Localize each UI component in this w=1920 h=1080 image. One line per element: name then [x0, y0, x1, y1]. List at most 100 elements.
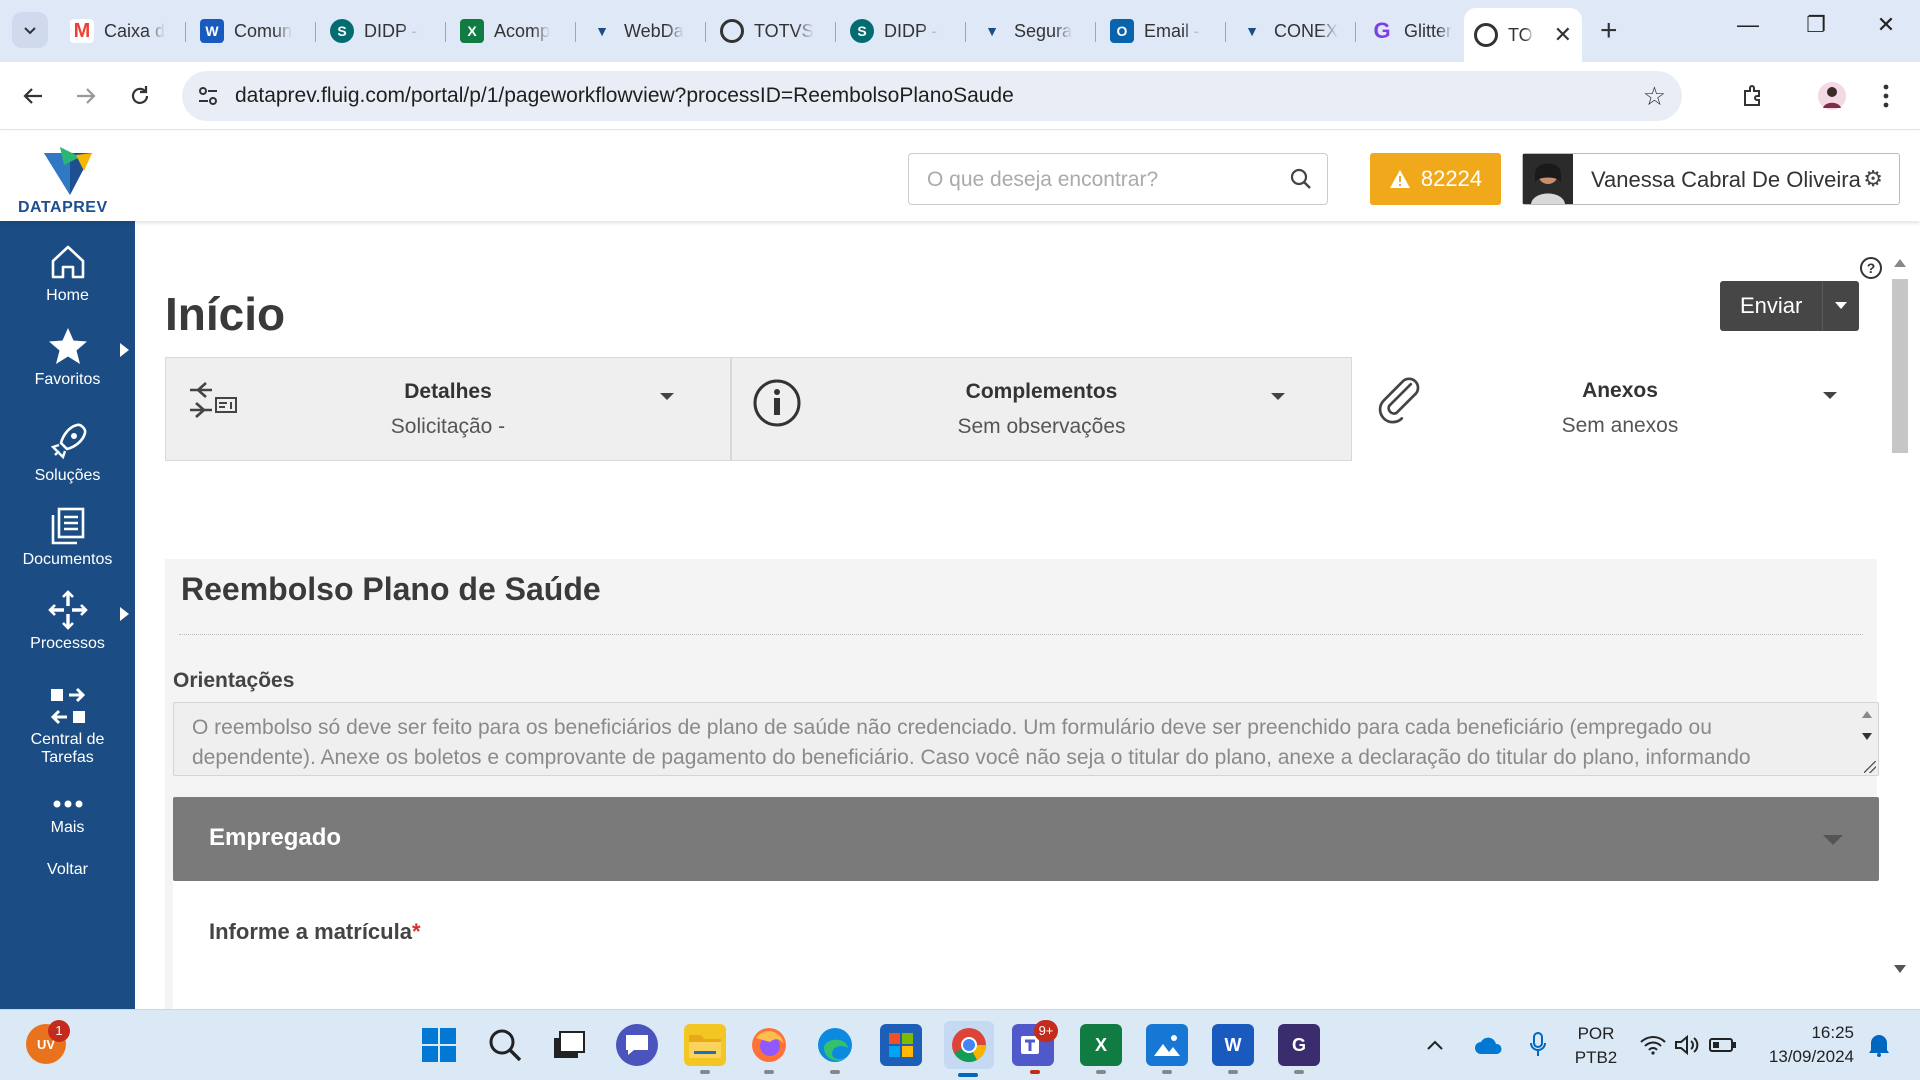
browser-tab[interactable]: ▼ Segura — [970, 10, 1090, 52]
textarea-scroll-up-icon[interactable] — [1862, 711, 1872, 718]
scrollbar-thumb[interactable] — [1892, 279, 1908, 453]
site-info-icon[interactable] — [196, 84, 220, 108]
search-icon[interactable] — [1289, 167, 1313, 191]
orientation-textarea[interactable]: O reembolso só deve ser feito para os be… — [173, 702, 1879, 776]
restore-button[interactable]: ❐ — [1796, 12, 1836, 38]
microphone-icon[interactable] — [1522, 1024, 1554, 1066]
browser-tab[interactable]: O Email - — [1100, 10, 1220, 52]
help-icon[interactable]: ? — [1860, 257, 1882, 279]
volume-icon[interactable] — [1670, 1024, 1704, 1066]
caret-down-icon[interactable] — [1823, 392, 1837, 399]
profile-button[interactable] — [1814, 78, 1850, 114]
battery-icon[interactable] — [1706, 1024, 1740, 1066]
browser-tab[interactable]: M Caixa d — [60, 10, 180, 52]
sidebar-item-solucoes[interactable]: Soluções — [0, 421, 135, 485]
input-language[interactable]: POR PTB2 — [1566, 1024, 1626, 1068]
page-scrollbar[interactable] — [1889, 253, 1911, 973]
new-tab-button[interactable]: + — [1600, 14, 1618, 48]
sidebar-item-label: Home — [46, 287, 89, 304]
caret-down-icon[interactable] — [660, 393, 674, 400]
caret-down-icon[interactable] — [1823, 835, 1843, 845]
sidebar-item-documentos[interactable]: Documentos — [0, 505, 135, 569]
search-input[interactable] — [927, 168, 1267, 192]
wifi-icon[interactable] — [1636, 1024, 1670, 1066]
alert-count: 82224 — [1420, 166, 1483, 191]
firefox-app[interactable] — [748, 1024, 790, 1066]
details-panel[interactable]: Detalhes Solicitação - — [165, 357, 731, 461]
address-bar[interactable]: dataprev.fluig.com/portal/p/1/pageworkfl… — [182, 71, 1682, 121]
minimize-button[interactable]: — — [1728, 12, 1768, 38]
scroll-up-icon[interactable] — [1894, 259, 1906, 267]
extensions-button[interactable] — [1735, 78, 1771, 114]
send-options-button[interactable] — [1823, 281, 1859, 331]
forward-button[interactable] — [68, 78, 104, 114]
file-explorer-app[interactable] — [684, 1024, 726, 1066]
panel-subtitle: Sem anexos — [1561, 414, 1679, 437]
sidebar-item-voltar[interactable]: Voltar — [0, 861, 135, 879]
browser-tab[interactable]: X Acomp — [450, 10, 570, 52]
form-title: Reembolso Plano de Saúde — [181, 571, 601, 607]
required-mark: * — [411, 919, 421, 944]
url-text[interactable]: dataprev.fluig.com/portal/p/1/pageworkfl… — [235, 84, 1014, 108]
user-menu[interactable]: Vanessa Cabral De Oliveira ⚙ — [1522, 153, 1900, 205]
sidebar-item-mais[interactable]: Mais — [0, 799, 135, 837]
browser-tab[interactable]: ▼ CONEX — [1230, 10, 1350, 52]
browser-tab[interactable]: G Glitter — [1360, 10, 1480, 52]
back-button[interactable] — [15, 78, 51, 114]
close-window-button[interactable]: ✕ — [1866, 12, 1906, 38]
sidebar-item-processos[interactable]: Processos — [0, 589, 135, 653]
start-button[interactable] — [418, 1024, 460, 1066]
teams-badge: 9+ — [1034, 1020, 1058, 1042]
word-app[interactable]: W — [1212, 1024, 1254, 1066]
sidebar-item-home[interactable]: Home — [0, 241, 135, 305]
task-view-button[interactable] — [548, 1024, 590, 1066]
dataprev-logo[interactable]: DATAPREV — [18, 141, 113, 216]
send-button-group[interactable]: Enviar — [1720, 281, 1860, 331]
browser-tab-active[interactable]: TO ✕ — [1464, 8, 1582, 62]
browser-tab[interactable]: TOTVS — [710, 10, 830, 52]
reload-button[interactable] — [122, 78, 158, 114]
avatar[interactable] — [1523, 154, 1573, 204]
edge-app[interactable] — [814, 1024, 856, 1066]
notifications-button[interactable] — [1862, 1024, 1896, 1066]
scroll-down-icon[interactable] — [1894, 965, 1906, 973]
browser-tab[interactable]: S DIDP - — [320, 10, 440, 52]
teams-chat-app[interactable] — [616, 1024, 658, 1066]
browser-tab[interactable]: S DIDP - — [840, 10, 960, 52]
dataprev-icon: ▼ — [590, 19, 614, 43]
send-button[interactable]: Enviar — [1720, 281, 1824, 331]
resize-handle-icon[interactable] — [1864, 761, 1876, 773]
global-search[interactable] — [908, 153, 1328, 205]
excel-icon: X — [460, 19, 484, 43]
employee-section-header[interactable]: Empregado — [173, 797, 1879, 881]
sidebar-item-favoritos[interactable]: Favoritos — [0, 325, 135, 389]
alert-button[interactable]: 82224 — [1370, 153, 1501, 205]
caret-down-icon[interactable] — [1271, 393, 1285, 400]
cloud-icon — [1475, 1037, 1502, 1054]
warning-icon — [1389, 170, 1410, 188]
glitter-app[interactable]: G — [1278, 1024, 1320, 1066]
tab-search-button[interactable] — [12, 12, 48, 48]
textarea-scroll-down-icon[interactable] — [1862, 733, 1872, 740]
gear-icon[interactable]: ⚙ — [1863, 166, 1883, 192]
photos-app[interactable] — [1146, 1024, 1188, 1066]
browser-menu-button[interactable] — [1868, 78, 1904, 114]
sidebar-item-central-de-tarefas[interactable]: Central de Tarefas — [0, 685, 135, 767]
wifi-signal-icon — [1640, 1036, 1666, 1055]
browser-tab[interactable]: ▼ WebDa — [580, 10, 700, 52]
reimbursement-form: Reembolso Plano de Saúde Orientações O r… — [165, 559, 1879, 1009]
browser-tab[interactable]: W Comun — [190, 10, 310, 52]
taskbar-search-button[interactable] — [484, 1024, 526, 1066]
attachments-panel[interactable]: Anexos Sem anexos — [1353, 357, 1887, 461]
close-icon[interactable]: ✕ — [1554, 22, 1572, 48]
store-app[interactable] — [880, 1024, 922, 1066]
bell-icon — [1869, 1035, 1889, 1057]
onedrive-icon[interactable] — [1472, 1024, 1506, 1066]
complements-panel[interactable]: Complementos Sem observações — [731, 357, 1352, 461]
show-hidden-icons-button[interactable] — [1420, 1024, 1450, 1066]
user-name: Vanessa Cabral De Oliveira — [1591, 167, 1861, 192]
clock[interactable]: 16:25 13/09/2024 — [1754, 1023, 1854, 1067]
chrome-app[interactable] — [944, 1021, 994, 1069]
excel-app[interactable]: X — [1080, 1024, 1122, 1066]
bookmark-star-icon[interactable]: ☆ — [1643, 81, 1666, 112]
